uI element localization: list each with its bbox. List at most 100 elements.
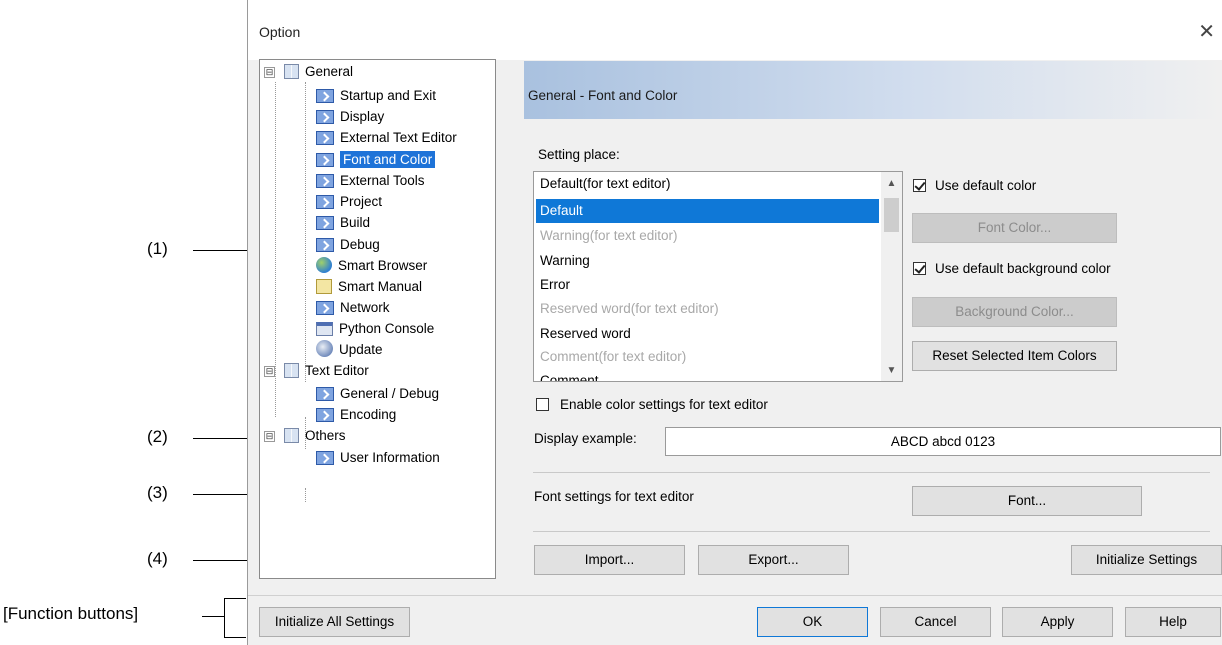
window-title: Option <box>259 24 301 40</box>
tree-label: Update <box>339 342 383 357</box>
list-item-text: Reserved word <box>540 326 631 341</box>
page-icon <box>316 216 334 230</box>
book-icon <box>284 428 299 443</box>
annotation-label-2: (2) <box>147 427 168 446</box>
book-icon <box>284 363 299 378</box>
ok-button[interactable]: OK <box>757 607 868 637</box>
list-item-text: Default <box>540 203 583 218</box>
enable-color-settings-label[interactable]: Enable color settings for text editor <box>560 397 768 412</box>
tree-label: Build <box>340 215 371 230</box>
tree-label: Network <box>340 300 390 315</box>
enable-color-settings-checkbox[interactable] <box>536 398 549 411</box>
list-item[interactable]: Error <box>536 273 879 297</box>
use-default-color-checkbox[interactable] <box>913 179 926 192</box>
globe-icon <box>316 257 332 273</box>
collapse-icon[interactable]: ⊟ <box>264 67 275 78</box>
display-example-field: ABCD abcd 0123 <box>665 427 1221 456</box>
list-item[interactable]: Reserved word <box>536 322 879 346</box>
title-bar: Option ✕ <box>248 0 1222 60</box>
footer-separator <box>248 595 1222 596</box>
tree-item-user-information[interactable]: User Information <box>316 448 440 468</box>
close-icon[interactable]: ✕ <box>1198 19 1215 44</box>
list-item[interactable]: Comment <box>536 369 879 382</box>
use-default-background-color-checkbox[interactable] <box>913 262 926 275</box>
list-item-text: Warning <box>540 253 590 268</box>
annotation-function-buttons: [Function buttons] <box>3 604 139 623</box>
setting-place-list[interactable]: Default(for text editor) Default Warning… <box>533 171 903 382</box>
initialize-settings-button[interactable]: Initialize Settings <box>1071 545 1222 575</box>
list-item[interactable]: Warning(for text editor) <box>536 224 879 248</box>
list-item[interactable]: Comment(for text editor) <box>536 345 879 369</box>
font-button[interactable]: Font... <box>912 486 1142 516</box>
annotation-bracket <box>224 598 246 638</box>
help-button[interactable]: Help <box>1125 607 1221 637</box>
list-item[interactable]: Warning <box>536 249 879 273</box>
annotation-label-4: (4) <box>147 549 168 568</box>
console-icon <box>316 322 333 336</box>
tree-item-font-and-color[interactable]: Font and Color <box>316 150 436 170</box>
tree-item-update[interactable]: Update <box>316 340 383 360</box>
panel-header: General - Font and Color <box>524 61 1221 119</box>
tree-item-smart-browser[interactable]: Smart Browser <box>316 256 427 276</box>
page-icon <box>316 387 334 401</box>
scroll-down-icon[interactable]: ▼ <box>881 361 902 381</box>
page-icon <box>316 408 334 422</box>
scroll-thumb[interactable] <box>884 198 899 232</box>
initialize-all-settings-button[interactable]: Initialize All Settings <box>259 607 410 637</box>
list-item-text: Default(for text editor) <box>540 176 671 191</box>
apply-button[interactable]: Apply <box>1002 607 1113 637</box>
page-icon <box>316 238 334 252</box>
tree-label: Startup and Exit <box>340 88 437 103</box>
tree-label: User Information <box>340 450 440 465</box>
tree-item-build[interactable]: Build <box>316 213 370 233</box>
option-dialog: Option ✕ ⊟ General Startup and Exit Disp… <box>247 0 1222 645</box>
list-item-text: Comment <box>540 373 599 382</box>
collapse-icon[interactable]: ⊟ <box>264 431 275 442</box>
cancel-button[interactable]: Cancel <box>880 607 991 637</box>
font-color-button[interactable]: Font Color... <box>912 213 1117 243</box>
list-item-text: Comment(for text editor) <box>540 349 687 364</box>
tree-item-startup-exit[interactable]: Startup and Exit <box>316 86 436 106</box>
book-icon <box>284 64 299 79</box>
page-icon <box>316 131 334 145</box>
tree-item-encoding[interactable]: Encoding <box>316 405 396 425</box>
tree-label-text-editor: Text Editor <box>305 363 369 378</box>
list-item[interactable]: Default(for text editor) <box>536 172 879 196</box>
tree-item-general-debug[interactable]: General / Debug <box>316 384 439 404</box>
separator <box>533 531 1210 532</box>
list-item[interactable]: Reserved word(for text editor) <box>536 297 879 321</box>
tree-label-others: Others <box>305 428 346 443</box>
use-default-background-color-label[interactable]: Use default background color <box>935 261 1111 276</box>
annotation-line-function <box>202 616 224 617</box>
update-icon <box>316 340 333 357</box>
separator <box>533 472 1210 473</box>
tree-item-smart-manual[interactable]: Smart Manual <box>316 277 422 297</box>
list-item-text: Reserved word(for text editor) <box>540 301 719 316</box>
tree-label-selected: Font and Color <box>340 151 436 168</box>
use-default-color-label[interactable]: Use default color <box>935 178 1036 193</box>
list-item-text: Warning(for text editor) <box>540 228 678 243</box>
tree-item-project[interactable]: Project <box>316 192 382 212</box>
scroll-up-icon[interactable]: ▲ <box>881 174 902 194</box>
manual-icon <box>316 279 332 294</box>
tree-item-display[interactable]: Display <box>316 107 384 127</box>
import-button[interactable]: Import... <box>534 545 685 575</box>
background-color-button[interactable]: Background Color... <box>912 297 1117 327</box>
tree-label: External Tools <box>340 173 425 188</box>
category-tree[interactable]: ⊟ General Startup and Exit Display Exter… <box>259 59 496 579</box>
tree-item-external-tools[interactable]: External Tools <box>316 171 425 191</box>
list-item-text: Error <box>540 277 570 292</box>
tree-item-network[interactable]: Network <box>316 298 390 318</box>
tree-label: Project <box>340 194 383 209</box>
tree-item-python-console[interactable]: Python Console <box>316 319 434 339</box>
export-button[interactable]: Export... <box>698 545 849 575</box>
list-item-selected[interactable]: Default <box>536 199 879 223</box>
reset-selected-item-colors-button[interactable]: Reset Selected Item Colors <box>912 341 1117 371</box>
list-scrollbar[interactable]: ▲ ▼ <box>881 172 902 381</box>
page-icon <box>316 195 334 209</box>
annotation-label-3: (3) <box>147 483 168 502</box>
collapse-icon[interactable]: ⊟ <box>264 366 275 377</box>
page-icon <box>316 301 334 315</box>
tree-item-external-text-editor[interactable]: External Text Editor <box>316 128 457 148</box>
tree-item-debug[interactable]: Debug <box>316 235 380 255</box>
